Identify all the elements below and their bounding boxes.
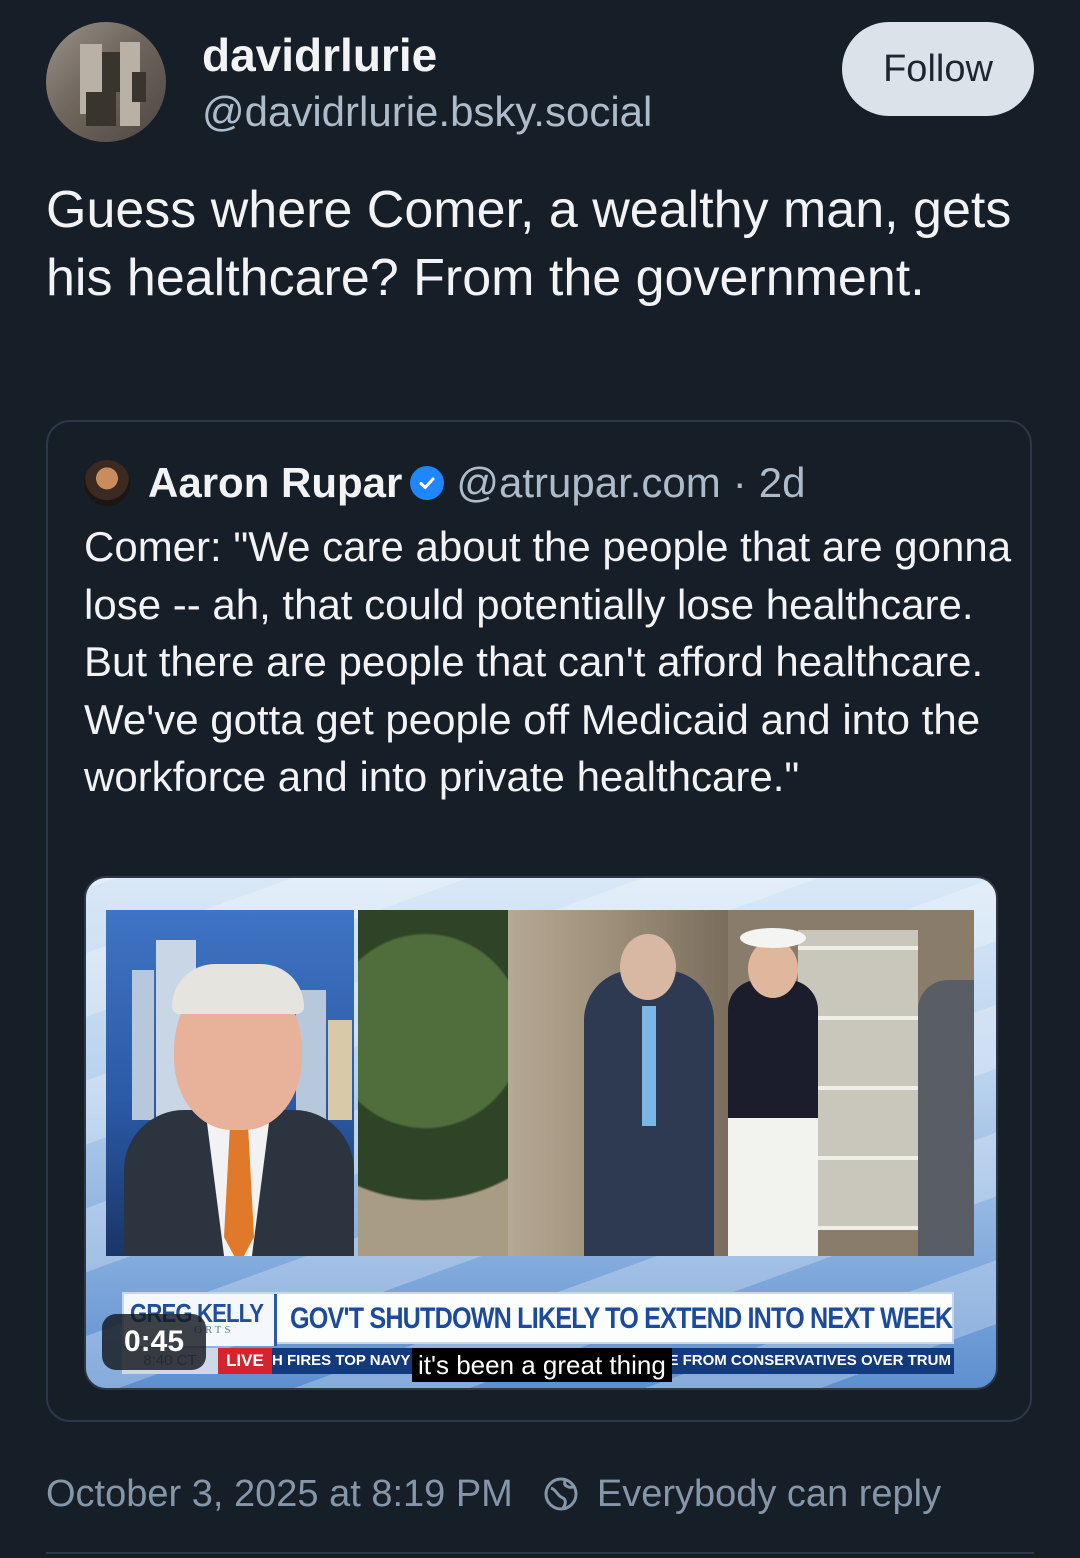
ticker-text-end: E FROM CONSERVATIVES OVER TRUMP xyxy=(668,1352,952,1369)
reply-setting[interactable]: Everybody can reply xyxy=(597,1473,941,1516)
live-badge: LIVE xyxy=(218,1348,272,1374)
quoted-post[interactable]: Aaron Rupar @atrupar.com · 2d Comer: "We… xyxy=(46,420,1032,1422)
ticker-text-start: H FIRES TOP NAVY xyxy=(272,1352,411,1369)
author-avatar[interactable] xyxy=(46,22,166,142)
quoted-author-avatar[interactable] xyxy=(84,460,130,506)
news-headline: GOV'T SHUTDOWN LIKELY TO EXTEND INTO NEX… xyxy=(290,1302,953,1335)
quoted-post-age: 2d xyxy=(758,459,806,506)
post-footer: October 3, 2025 at 8:19 PM Everybody can… xyxy=(46,1466,941,1522)
quoted-author-handle[interactable]: @atrupar.com xyxy=(456,459,720,507)
video-duration[interactable]: 0:45 xyxy=(102,1314,206,1370)
verified-check-icon xyxy=(410,466,445,500)
globe-icon xyxy=(544,1477,578,1511)
video-caption: it's been a great thing xyxy=(412,1348,672,1382)
video-player[interactable]: GREG KELLY ORTS GOV'T SHUTDOWN LIKELY TO… xyxy=(84,876,998,1390)
follow-button[interactable]: Follow xyxy=(842,22,1034,116)
post-timestamp: October 3, 2025 at 8:19 PM xyxy=(46,1472,513,1515)
post-header: davidrlurie @davidrlurie.bsky.social Fol… xyxy=(46,22,1034,144)
video-right-panel xyxy=(358,910,974,1256)
quoted-author-name[interactable]: Aaron Rupar xyxy=(148,459,402,507)
news-lower-third: GREG KELLY ORTS GOV'T SHUTDOWN LIKELY TO… xyxy=(122,1292,954,1346)
video-left-panel xyxy=(106,910,354,1256)
author-display-name[interactable]: davidrlurie xyxy=(202,28,437,82)
post-text: Guess where Comer, a wealthy man, gets h… xyxy=(46,181,1012,307)
quoted-post-header: Aaron Rupar @atrupar.com · 2d xyxy=(84,458,806,508)
quoted-post-text: Comer: "We care about the people that ar… xyxy=(84,523,1012,801)
divider xyxy=(46,1552,1034,1554)
author-handle[interactable]: @davidrlurie.bsky.social xyxy=(202,88,652,136)
separator-dot: · xyxy=(732,459,747,506)
